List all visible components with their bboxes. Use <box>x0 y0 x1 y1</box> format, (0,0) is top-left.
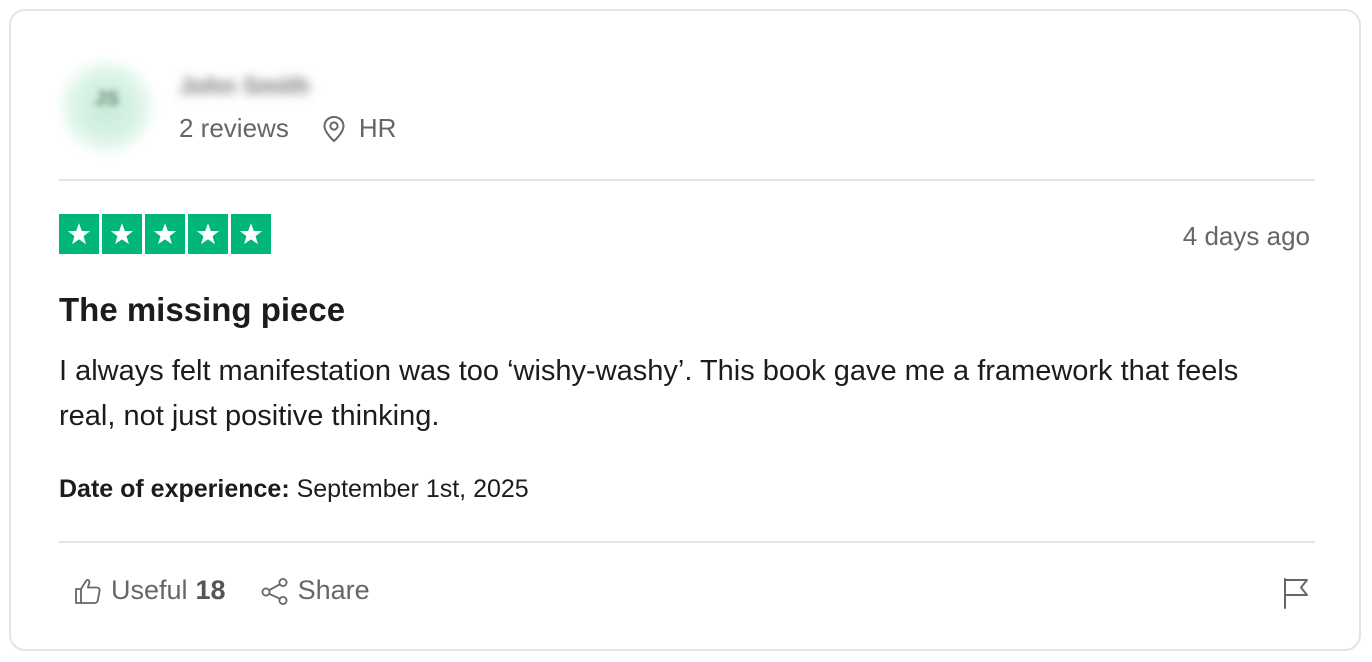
avatar-initials: JS <box>94 88 120 110</box>
reviewer-meta: 2 reviews HR <box>179 113 396 144</box>
country-code: HR <box>358 113 397 143</box>
review-card: JS John Smith 2 reviews HR 4 days ago Th… <box>9 9 1361 651</box>
review-body: I always felt manifestation was too ‘wis… <box>59 355 1239 432</box>
star-icon <box>102 214 142 254</box>
divider <box>59 179 1315 181</box>
review-date: 4 days ago <box>1182 221 1310 251</box>
location-pin-icon <box>323 115 345 142</box>
useful-count: 18 <box>195 575 226 605</box>
share-button[interactable]: Share <box>260 575 370 606</box>
useful-label: Useful <box>111 575 188 605</box>
star-icon <box>231 214 271 254</box>
thumbs-up-icon <box>75 578 101 604</box>
date-of-experience: Date of experience: September 1st, 2025 <box>59 475 529 504</box>
star-icon <box>59 214 99 254</box>
share-label: Share <box>297 575 370 605</box>
star-icon <box>188 214 228 254</box>
review-count: 2 reviews <box>179 113 289 143</box>
experience-date: September 1st, 2025 <box>296 475 529 503</box>
experience-label: Date of experience: <box>59 475 290 503</box>
report-button[interactable] <box>1281 576 1311 615</box>
review-title[interactable]: The missing piece <box>59 291 345 329</box>
useful-button[interactable]: Useful 18 <box>73 575 226 606</box>
reviewer-location: HR <box>321 113 397 144</box>
review-actions: Useful 18 Share <box>73 575 370 606</box>
divider <box>59 541 1315 543</box>
reviewer-name[interactable]: John Smith <box>179 73 310 101</box>
share-icon <box>261 577 288 605</box>
reviewer-header: JS John Smith 2 reviews HR <box>59 51 1319 171</box>
flag-icon <box>1284 578 1308 609</box>
star-rating <box>59 214 271 254</box>
star-icon <box>145 214 185 254</box>
